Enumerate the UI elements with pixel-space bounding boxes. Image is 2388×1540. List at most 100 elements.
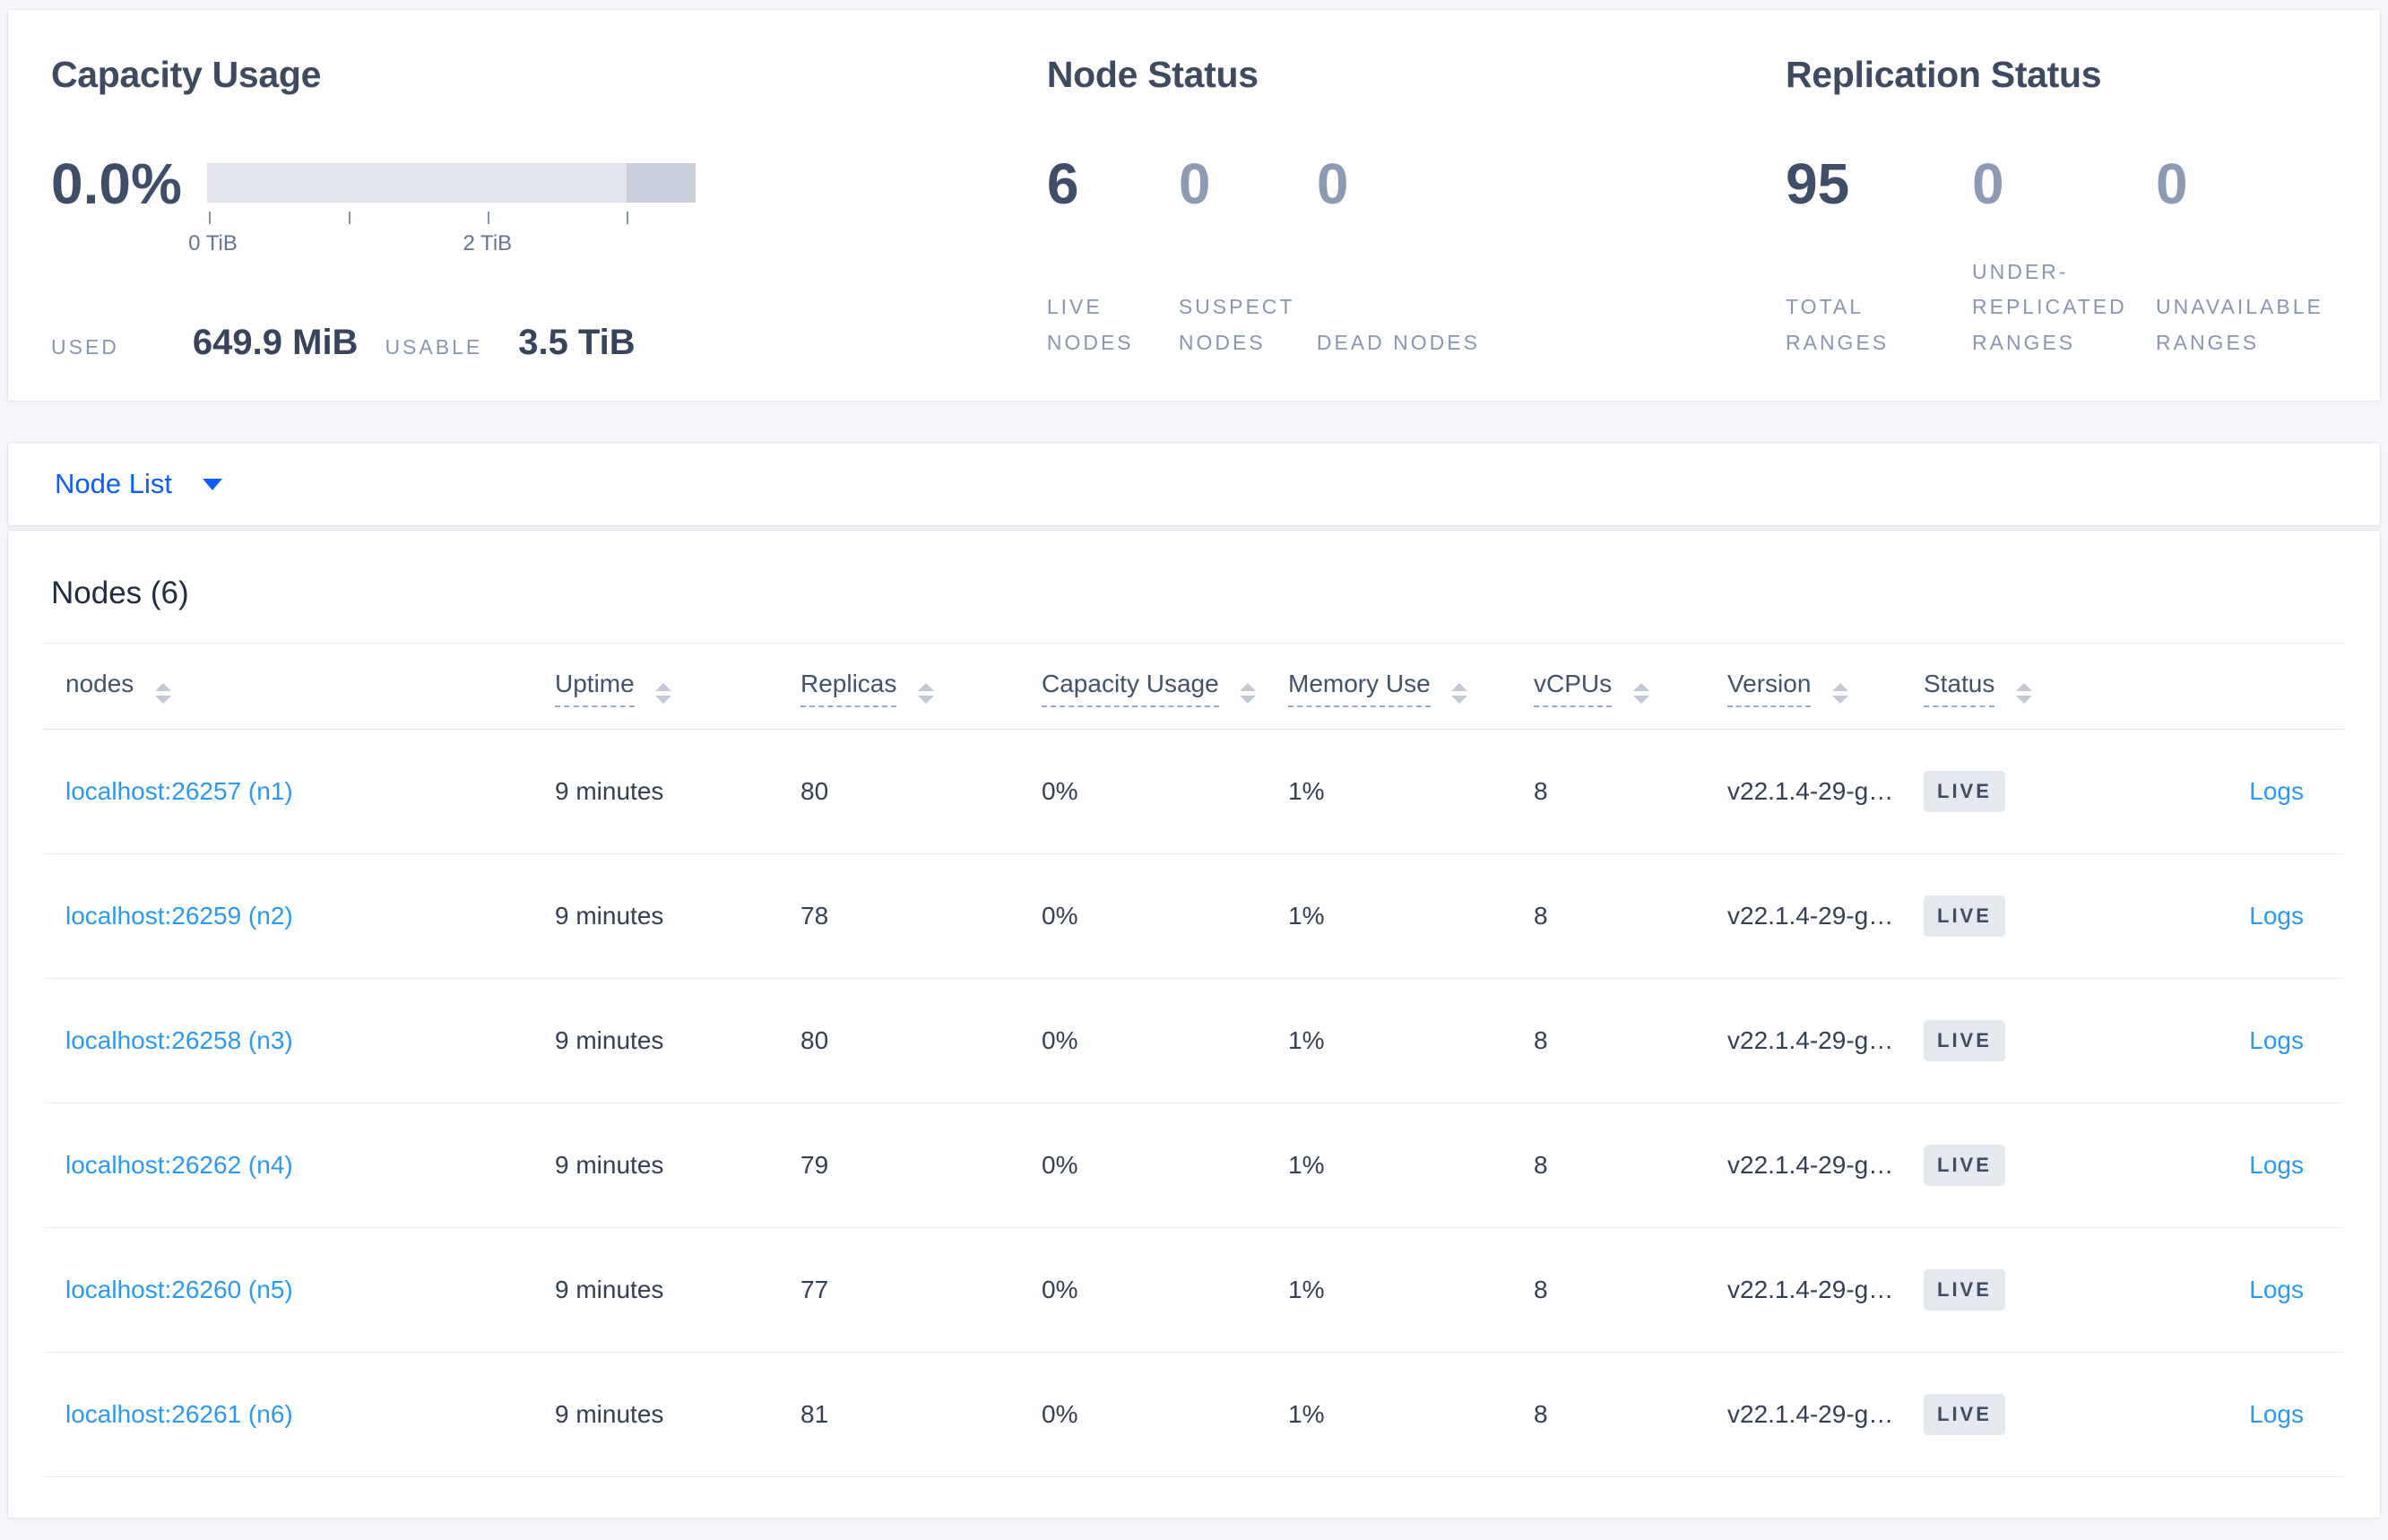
status-badge: LIVE — [1924, 771, 2005, 812]
axis-tick — [626, 212, 628, 225]
sort-icon[interactable] — [655, 682, 672, 704]
capacity-bar-track — [207, 163, 696, 203]
capacity-cell: 0% — [1042, 1103, 1288, 1228]
capacity-used-percent: 0.0% — [51, 151, 182, 217]
under-replicated-ranges-value: 0 — [1972, 151, 2004, 217]
logs-link[interactable]: Logs — [2249, 1026, 2304, 1054]
status-badge: LIVE — [1924, 1145, 2005, 1186]
column-header-nodes[interactable]: nodes — [44, 643, 555, 730]
logs-link[interactable]: Logs — [2249, 1151, 2304, 1179]
replication-status-section: Replication Status 95 TOTAL RANGES 0 UND… — [1786, 51, 2380, 401]
axis-tick — [209, 212, 212, 225]
sort-icon[interactable] — [155, 682, 172, 704]
node-address-link[interactable]: localhost:26262 (n4) — [65, 1151, 293, 1179]
node-status-stats: 6 LIVE NODES 0 SUSPECT NODES 0 DEAD NODE… — [1047, 154, 1786, 360]
logs-link[interactable]: Logs — [2249, 777, 2304, 805]
memory-cell: 1% — [1288, 1103, 1534, 1228]
capacity-axis-labels: 0 TiB 2 TiB — [188, 231, 696, 258]
node-address-link[interactable]: localhost:26260 (n5) — [65, 1276, 293, 1303]
version-cell: v22.1.4-29-g… — [1727, 978, 1924, 1103]
sort-icon[interactable] — [1240, 682, 1257, 704]
column-header-vcpus[interactable]: vCPUs — [1534, 643, 1727, 730]
nodes-table: nodes Uptime Replicas Capacity Usage Mem… — [44, 643, 2344, 1477]
node-address-link[interactable]: localhost:26258 (n3) — [65, 1026, 293, 1054]
replication-status-stats: 95 TOTAL RANGES 0 UNDER-REPLICATED RANGE… — [1786, 154, 2380, 360]
column-header-uptime[interactable]: Uptime — [555, 643, 800, 730]
memory-cell: 1% — [1288, 1352, 1534, 1477]
sort-icon[interactable] — [1832, 682, 1849, 704]
usable-label: USABLE — [385, 335, 483, 359]
used-value: 649.9 MiB — [192, 323, 359, 363]
vcpus-cell: 8 — [1534, 1227, 1727, 1353]
node-address-link[interactable]: localhost:26259 (n2) — [65, 902, 293, 930]
live-nodes-label: LIVE NODES — [1046, 295, 1134, 354]
capacity-usage-section: Capacity Usage 0.0% 0 TiB 2 TiB USED 649… — [8, 51, 1047, 401]
axis-tick — [349, 212, 351, 225]
suspect-nodes-stat: 0 SUSPECT NODES — [1179, 154, 1317, 360]
node-list-view-dropdown[interactable]: Node List — [7, 442, 2381, 526]
under-replicated-ranges-stat: 0 UNDER-REPLICATED RANGES — [1972, 154, 2156, 360]
column-header-memory-use[interactable]: Memory Use — [1288, 643, 1534, 730]
axis-label-0tib: 0 TiB — [188, 231, 238, 256]
nodes-table-panel: Nodes (6) nodes Uptime Replicas Capacity… — [7, 530, 2381, 1518]
capacity-usage-chart: 0.0% 0 TiB 2 TiB — [51, 154, 1047, 258]
capacity-bar-end-segment — [626, 163, 696, 203]
memory-cell: 1% — [1288, 978, 1534, 1103]
sort-icon[interactable] — [918, 682, 935, 704]
column-header-version[interactable]: Version — [1727, 643, 1924, 730]
logs-link[interactable]: Logs — [2249, 1276, 2304, 1303]
uptime-cell: 9 minutes — [555, 978, 800, 1103]
status-badge: LIVE — [1924, 1394, 2005, 1435]
unavailable-ranges-label: UNAVAILABLE RANGES — [2156, 295, 2323, 354]
node-address-link[interactable]: localhost:26261 (n6) — [65, 1400, 293, 1428]
replicas-cell: 81 — [800, 1352, 1042, 1477]
uptime-cell: 9 minutes — [555, 1352, 800, 1477]
column-header-replicas[interactable]: Replicas — [800, 643, 1042, 730]
table-row: localhost:26259 (n2) 9 minutes 78 0% 1% … — [44, 853, 2344, 979]
node-status-section: Node Status 6 LIVE NODES 0 SUSPECT NODES… — [1047, 51, 1786, 401]
vcpus-cell: 8 — [1534, 1352, 1727, 1477]
replicas-cell: 79 — [800, 1103, 1042, 1228]
capacity-used-usable-row: USED 649.9 MiB USABLE 3.5 TiB — [51, 323, 1047, 363]
status-badge: LIVE — [1924, 1020, 2005, 1061]
dead-nodes-value: 0 — [1316, 151, 1349, 217]
table-row: localhost:26257 (n1) 9 minutes 80 0% 1% … — [44, 729, 2344, 854]
cluster-summary-panel: Capacity Usage 0.0% 0 TiB 2 TiB USED 649… — [7, 9, 2381, 402]
status-badge: LIVE — [1924, 895, 2005, 937]
table-row: localhost:26262 (n4) 9 minutes 79 0% 1% … — [44, 1103, 2344, 1228]
uptime-cell: 9 minutes — [555, 729, 800, 854]
capacity-cell: 0% — [1042, 729, 1288, 854]
capacity-cell: 0% — [1042, 978, 1288, 1103]
logs-link[interactable]: Logs — [2249, 902, 2304, 930]
version-cell: v22.1.4-29-g… — [1727, 1352, 1924, 1477]
version-cell: v22.1.4-29-g… — [1727, 1103, 1924, 1228]
uptime-cell: 9 minutes — [555, 1103, 800, 1228]
replicas-cell: 78 — [800, 853, 1042, 979]
capacity-cell: 0% — [1042, 1227, 1288, 1353]
node-address-link[interactable]: localhost:26257 (n1) — [65, 777, 293, 805]
vcpus-cell: 8 — [1534, 978, 1727, 1103]
nodes-section-title: Nodes (6) — [51, 575, 189, 610]
sort-icon[interactable] — [1451, 682, 1468, 704]
sort-icon[interactable] — [1632, 682, 1649, 704]
chevron-down-icon — [202, 478, 222, 490]
vcpus-cell: 8 — [1534, 1103, 1727, 1228]
node-list-view-label: Node List — [55, 468, 172, 499]
replication-status-title: Replication Status — [1786, 54, 2102, 95]
sort-icon[interactable] — [2016, 682, 2033, 704]
column-header-status[interactable]: Status — [1924, 643, 2123, 730]
version-cell: v22.1.4-29-g… — [1727, 729, 1924, 854]
dead-nodes-stat: 0 DEAD NODES — [1317, 154, 1514, 360]
total-ranges-stat: 95 TOTAL RANGES — [1786, 154, 1972, 360]
status-badge: LIVE — [1924, 1269, 2005, 1311]
table-row: localhost:26261 (n6) 9 minutes 81 0% 1% … — [44, 1352, 2344, 1477]
capacity-bar-chart: 0 TiB 2 TiB — [188, 163, 696, 258]
dead-nodes-label: DEAD NODES — [1316, 330, 1480, 354]
suspect-nodes-value: 0 — [1178, 151, 1211, 217]
axis-label-2tib: 2 TiB — [463, 231, 513, 256]
axis-tick — [487, 212, 489, 225]
capacity-cell: 0% — [1042, 853, 1288, 979]
logs-link[interactable]: Logs — [2249, 1400, 2304, 1428]
used-label: USED — [51, 335, 119, 359]
column-header-capacity-usage[interactable]: Capacity Usage — [1042, 643, 1288, 730]
